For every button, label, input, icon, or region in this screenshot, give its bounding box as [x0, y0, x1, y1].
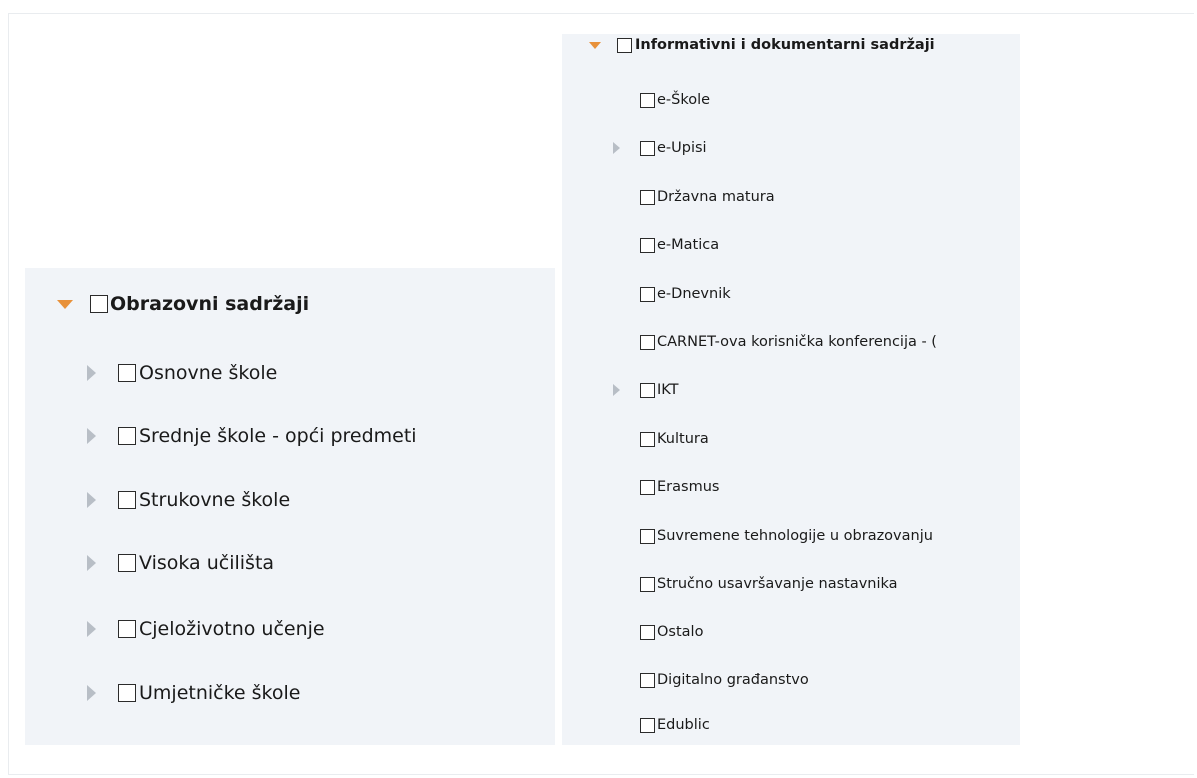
tree-node-label: Erasmus: [657, 479, 720, 495]
checkbox[interactable]: [640, 382, 655, 398]
tree-node-label: e-Upisi: [657, 140, 707, 156]
tree-node[interactable]: Strukovne škole: [87, 489, 290, 511]
checkbox[interactable]: [90, 295, 108, 313]
checkbox[interactable]: [640, 479, 655, 495]
tree-root-node[interactable]: Informativni i dokumentarni sadržaji: [589, 37, 935, 53]
checkbox[interactable]: [617, 37, 632, 53]
tree-node-label: Ostalo: [657, 624, 704, 640]
tree-node-label: Edublic: [657, 717, 710, 733]
checkbox[interactable]: [640, 431, 655, 447]
tree-root-label: Obrazovni sadržaji: [110, 293, 310, 315]
checkbox[interactable]: [118, 684, 136, 702]
collapse-caret-icon[interactable]: [87, 365, 96, 381]
tree-root-label: Informativni i dokumentarni sadržaji: [635, 37, 935, 53]
tree-node-label: Visoka učilišta: [139, 552, 275, 574]
collapse-caret-icon[interactable]: [613, 142, 620, 154]
checkbox[interactable]: [640, 624, 655, 640]
tree-node-label: Osnovne škole: [139, 362, 278, 384]
checkbox[interactable]: [118, 427, 136, 445]
tree-node-label: Srednje škole - opći predmeti: [139, 425, 417, 447]
tree-node[interactable]: e-Matica: [640, 237, 719, 253]
tree-node-label: Cjeloživotno učenje: [139, 618, 325, 640]
tree-node-label: e-Matica: [657, 237, 720, 253]
checkbox[interactable]: [640, 140, 655, 156]
checkbox[interactable]: [640, 92, 655, 108]
tree-node-label: Umjetničke škole: [139, 682, 301, 704]
tree-node[interactable]: CARNET-ova korisnička konferencija - (: [640, 334, 999, 350]
tree-node-label: Suvremene tehnologije u obrazovanju: [657, 528, 933, 544]
checkbox[interactable]: [640, 286, 655, 302]
tree-node[interactable]: Erasmus: [640, 479, 719, 495]
tree-node[interactable]: Edublic: [640, 717, 710, 733]
checkbox[interactable]: [640, 189, 655, 205]
tree-node[interactable]: Visoka učilišta: [87, 552, 274, 574]
tree-root-node[interactable]: Obrazovni sadržaji: [57, 293, 309, 315]
tree-node-label: IKT: [657, 382, 679, 398]
tree-node-label: Stručno usavršavanje nastavnika: [657, 576, 898, 592]
tree-node[interactable]: Ostalo: [640, 624, 703, 640]
checkbox[interactable]: [118, 620, 136, 638]
expand-caret-icon[interactable]: [57, 299, 73, 309]
checkbox[interactable]: [118, 491, 136, 509]
tree-node-label: Strukovne škole: [139, 489, 291, 511]
tree-node[interactable]: IKT: [613, 382, 679, 398]
tree-node-label: CARNET-ova korisnička konferencija - (: [657, 334, 937, 350]
collapse-caret-icon[interactable]: [87, 555, 96, 571]
tree-node[interactable]: e-Škole: [640, 92, 710, 108]
collapse-caret-icon[interactable]: [87, 428, 96, 444]
checkbox[interactable]: [640, 717, 655, 733]
tree-node-label: Državna matura: [657, 189, 775, 205]
collapse-caret-icon[interactable]: [87, 685, 96, 701]
tree-node[interactable]: Srednje škole - opći predmeti: [87, 425, 417, 447]
tree-node-label: Digitalno građanstvo: [657, 672, 809, 688]
collapse-caret-icon[interactable]: [87, 492, 96, 508]
right-category-tree: Informativni i dokumentarni sadržaji e-Š…: [562, 34, 1020, 745]
tree-node[interactable]: Suvremene tehnologije u obrazovanju: [640, 528, 999, 544]
collapse-caret-icon[interactable]: [87, 621, 96, 637]
checkbox[interactable]: [640, 334, 655, 350]
expand-caret-icon[interactable]: [589, 41, 601, 49]
tree-node[interactable]: Digitalno građanstvo: [640, 672, 809, 688]
checkbox[interactable]: [640, 576, 655, 592]
tree-node[interactable]: Državna matura: [640, 189, 775, 205]
collapse-caret-icon[interactable]: [613, 384, 620, 396]
checkbox[interactable]: [640, 237, 655, 253]
tree-node-label: e-Škole: [657, 92, 711, 108]
tree-node[interactable]: Umjetničke škole: [87, 682, 300, 704]
tree-node[interactable]: Cjeloživotno učenje: [87, 618, 325, 640]
tree-node-label: Kultura: [657, 431, 709, 447]
checkbox[interactable]: [118, 364, 136, 382]
tree-node[interactable]: e-Upisi: [613, 140, 707, 156]
checkbox[interactable]: [640, 528, 655, 544]
left-category-tree: Obrazovni sadržaji Osnovne škole Srednje…: [25, 268, 555, 745]
tree-node[interactable]: e-Dnevnik: [640, 286, 731, 302]
tree-node-label: e-Dnevnik: [657, 286, 731, 302]
checkbox[interactable]: [118, 554, 136, 572]
tree-node[interactable]: Osnovne škole: [87, 362, 277, 384]
checkbox[interactable]: [640, 672, 655, 688]
tree-node[interactable]: Kultura: [640, 431, 709, 447]
tree-node[interactable]: Stručno usavršavanje nastavnika: [640, 576, 898, 592]
